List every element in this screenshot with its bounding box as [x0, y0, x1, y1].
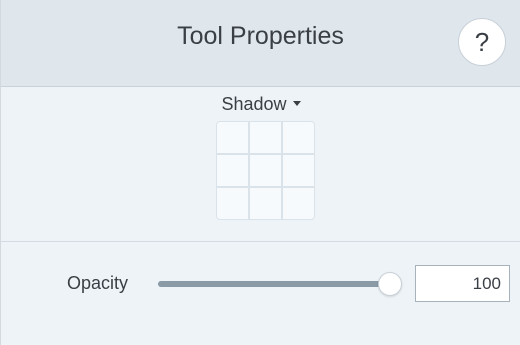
shadow-cell-left[interactable] — [217, 155, 248, 186]
shadow-cell-right[interactable] — [283, 155, 314, 186]
chevron-down-icon — [292, 101, 301, 107]
panel-title: Tool Properties — [177, 22, 344, 50]
opacity-label: Opacity — [67, 273, 129, 293]
opacity-slider-fill — [158, 281, 390, 287]
shadow-dropdown-label: Shadow — [221, 94, 287, 114]
shadow-cell-center[interactable] — [250, 155, 281, 186]
shadow-dropdown[interactable]: Shadow — [201, 94, 321, 115]
tool-properties-panel: Tool Properties ? Shadow Opacity — [0, 0, 520, 345]
opacity-slider-track — [158, 281, 402, 287]
panel-header: Tool Properties ? — [1, 0, 520, 87]
opacity-slider[interactable] — [158, 272, 404, 296]
shadow-cell-bottom-left[interactable] — [217, 188, 248, 219]
opacity-slider-thumb[interactable] — [378, 272, 402, 296]
shadow-cell-bottom[interactable] — [250, 188, 281, 219]
help-button[interactable]: ? — [458, 18, 506, 66]
shadow-cell-top-left[interactable] — [217, 122, 248, 153]
section-divider — [1, 241, 520, 242]
shadow-cell-top-right[interactable] — [283, 122, 314, 153]
shadow-direction-grid — [216, 121, 315, 220]
shadow-cell-bottom-right[interactable] — [283, 188, 314, 219]
opacity-value-input[interactable] — [415, 265, 510, 302]
shadow-cell-top[interactable] — [250, 122, 281, 153]
